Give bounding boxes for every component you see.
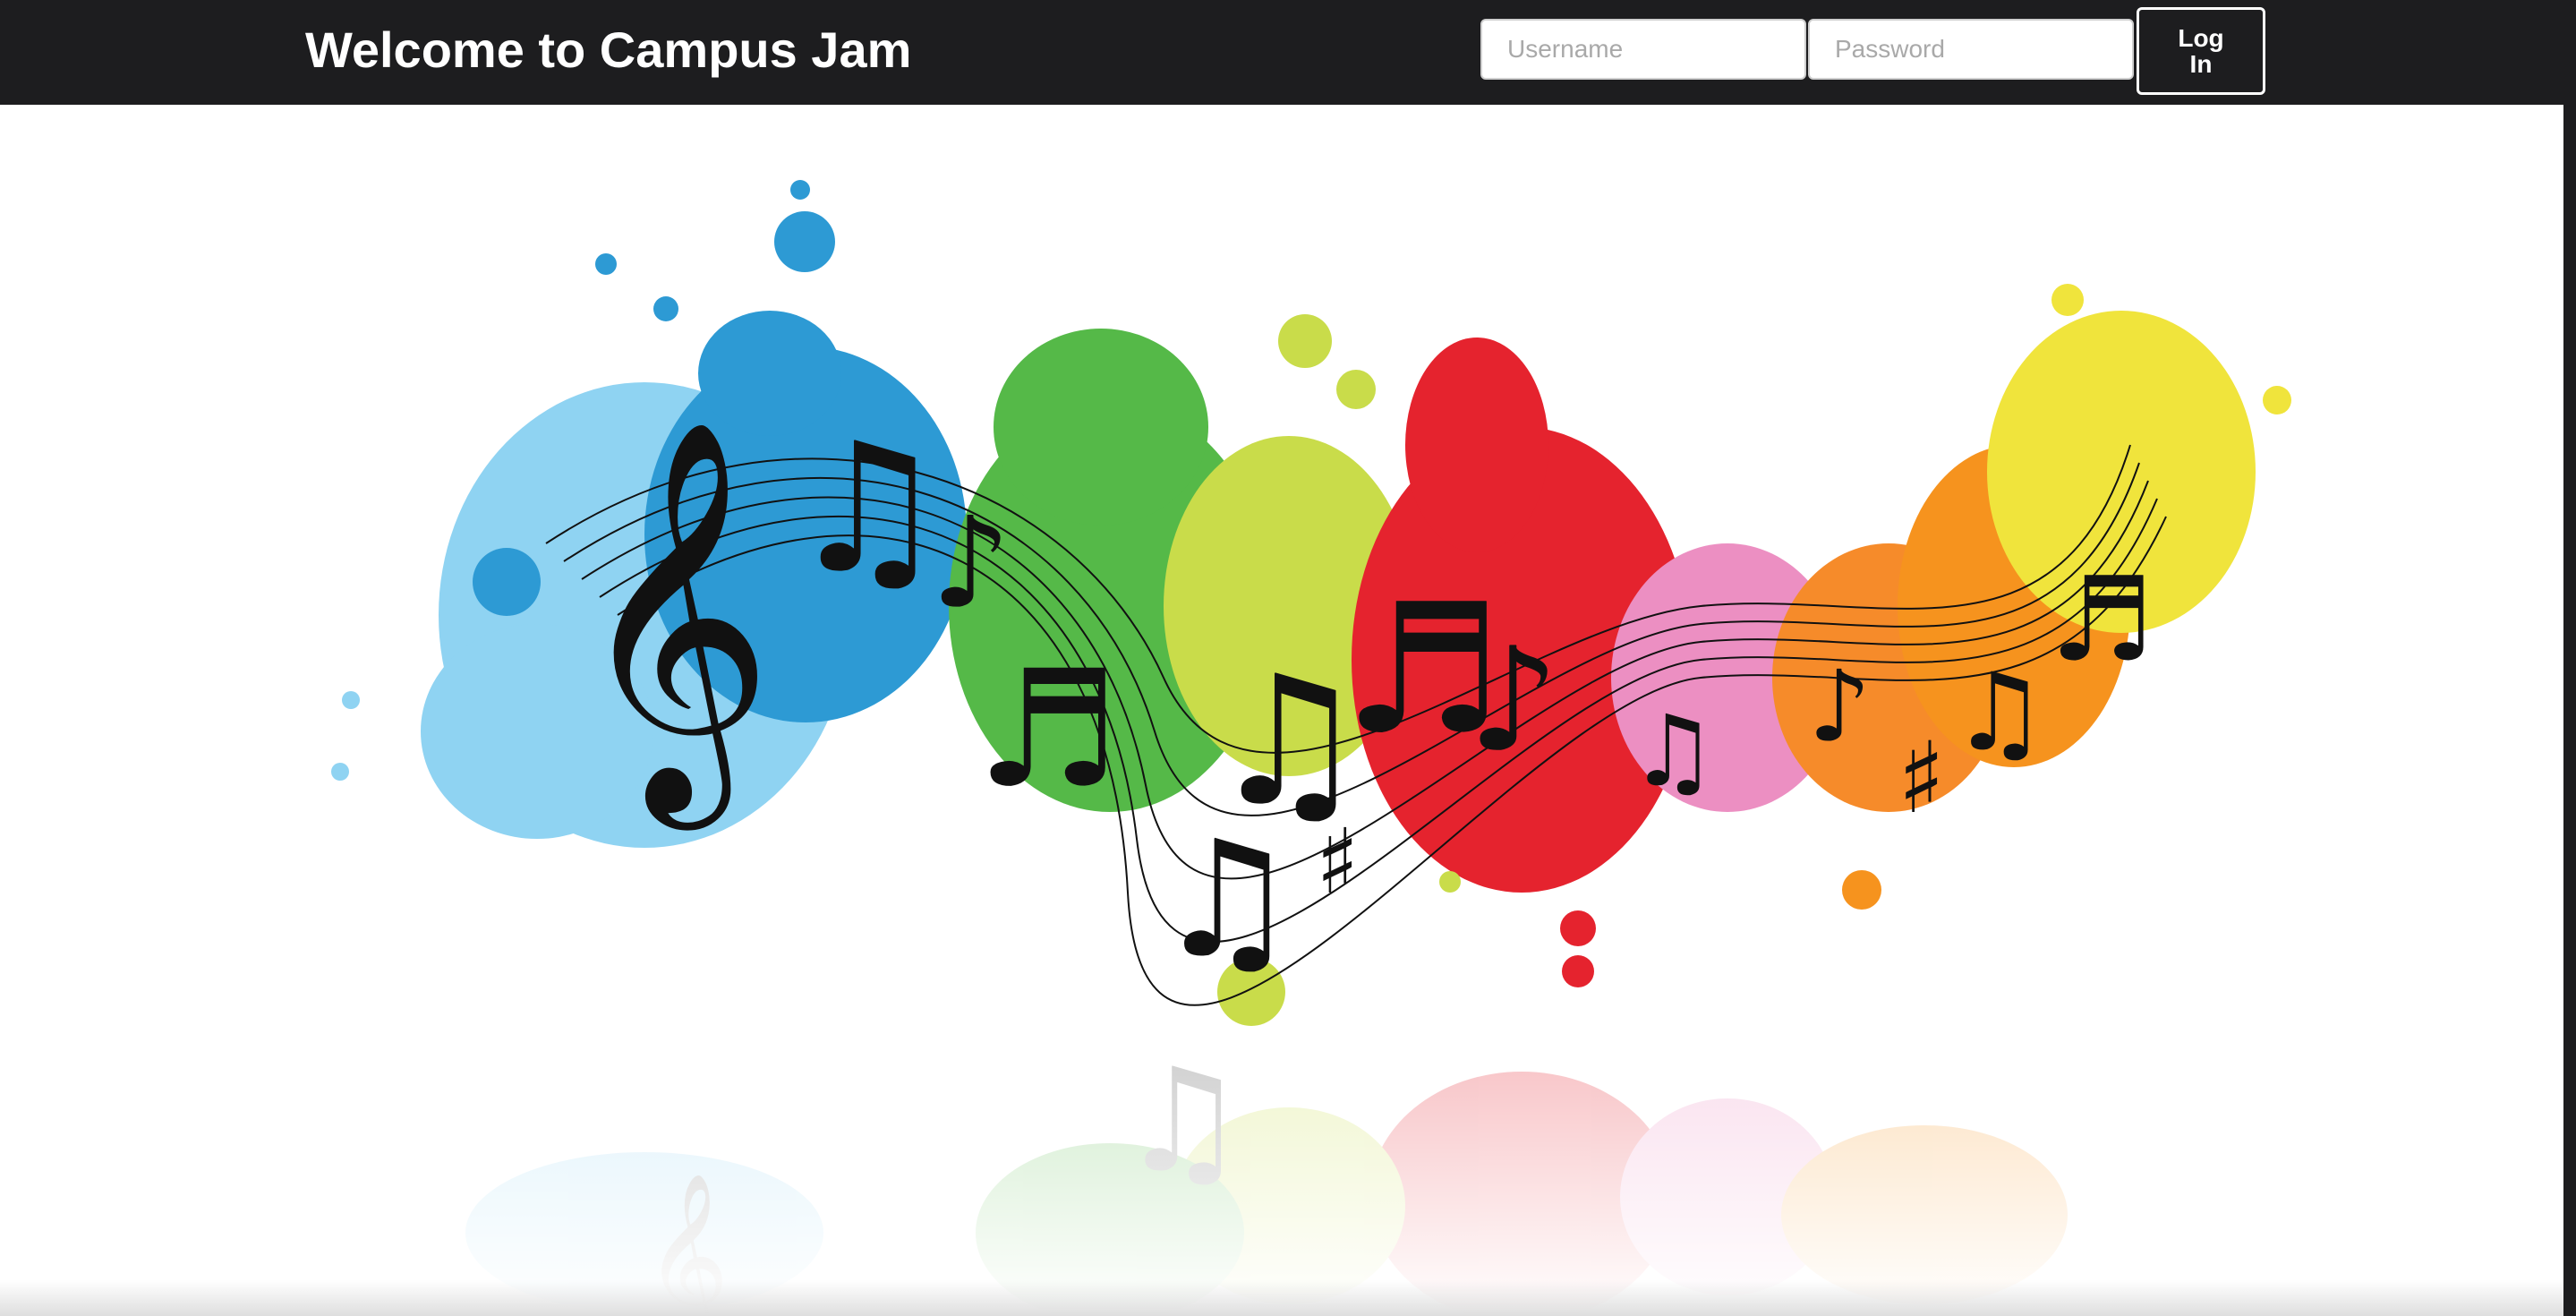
svg-text:♪: ♪ — [1468, 616, 1559, 783]
svg-text:♯: ♯ — [1898, 721, 1945, 835]
top-navbar: Welcome to Campus Jam Log In — [0, 0, 2576, 105]
svg-text:♫: ♫ — [1951, 651, 2048, 775]
svg-text:♯: ♯ — [1316, 809, 1359, 914]
login-button[interactable]: Log In — [2137, 7, 2265, 95]
svg-text:♪: ♪ — [931, 491, 1011, 637]
svg-text:♪: ♪ — [1808, 649, 1871, 764]
hero-banner: 𝄞 ♫ ♪ ♬ ♫ ♫ ♬ ♪ ♫ ♪ ♯ ♫ ♬ ♯ ♫ 𝄞 — [0, 105, 2576, 1316]
svg-text:♬: ♬ — [976, 637, 1120, 824]
music-paint-splash-illustration: 𝄞 ♫ ♪ ♬ ♫ ♫ ♬ ♪ ♫ ♪ ♯ ♫ ♬ ♯ ♫ 𝄞 — [0, 180, 2576, 1316]
password-input[interactable] — [1808, 19, 2134, 80]
svg-text:♬: ♬ — [2050, 551, 2154, 688]
username-input[interactable] — [1480, 19, 1806, 80]
treble-clef-icon: 𝄞 — [573, 415, 774, 833]
bottom-shadow — [0, 1280, 2563, 1316]
site-title: Welcome to Campus Jam — [305, 21, 912, 78]
svg-text:♫: ♫ — [1629, 694, 1718, 808]
svg-text:♫: ♫ — [788, 405, 948, 613]
window-edge — [2563, 105, 2576, 1316]
